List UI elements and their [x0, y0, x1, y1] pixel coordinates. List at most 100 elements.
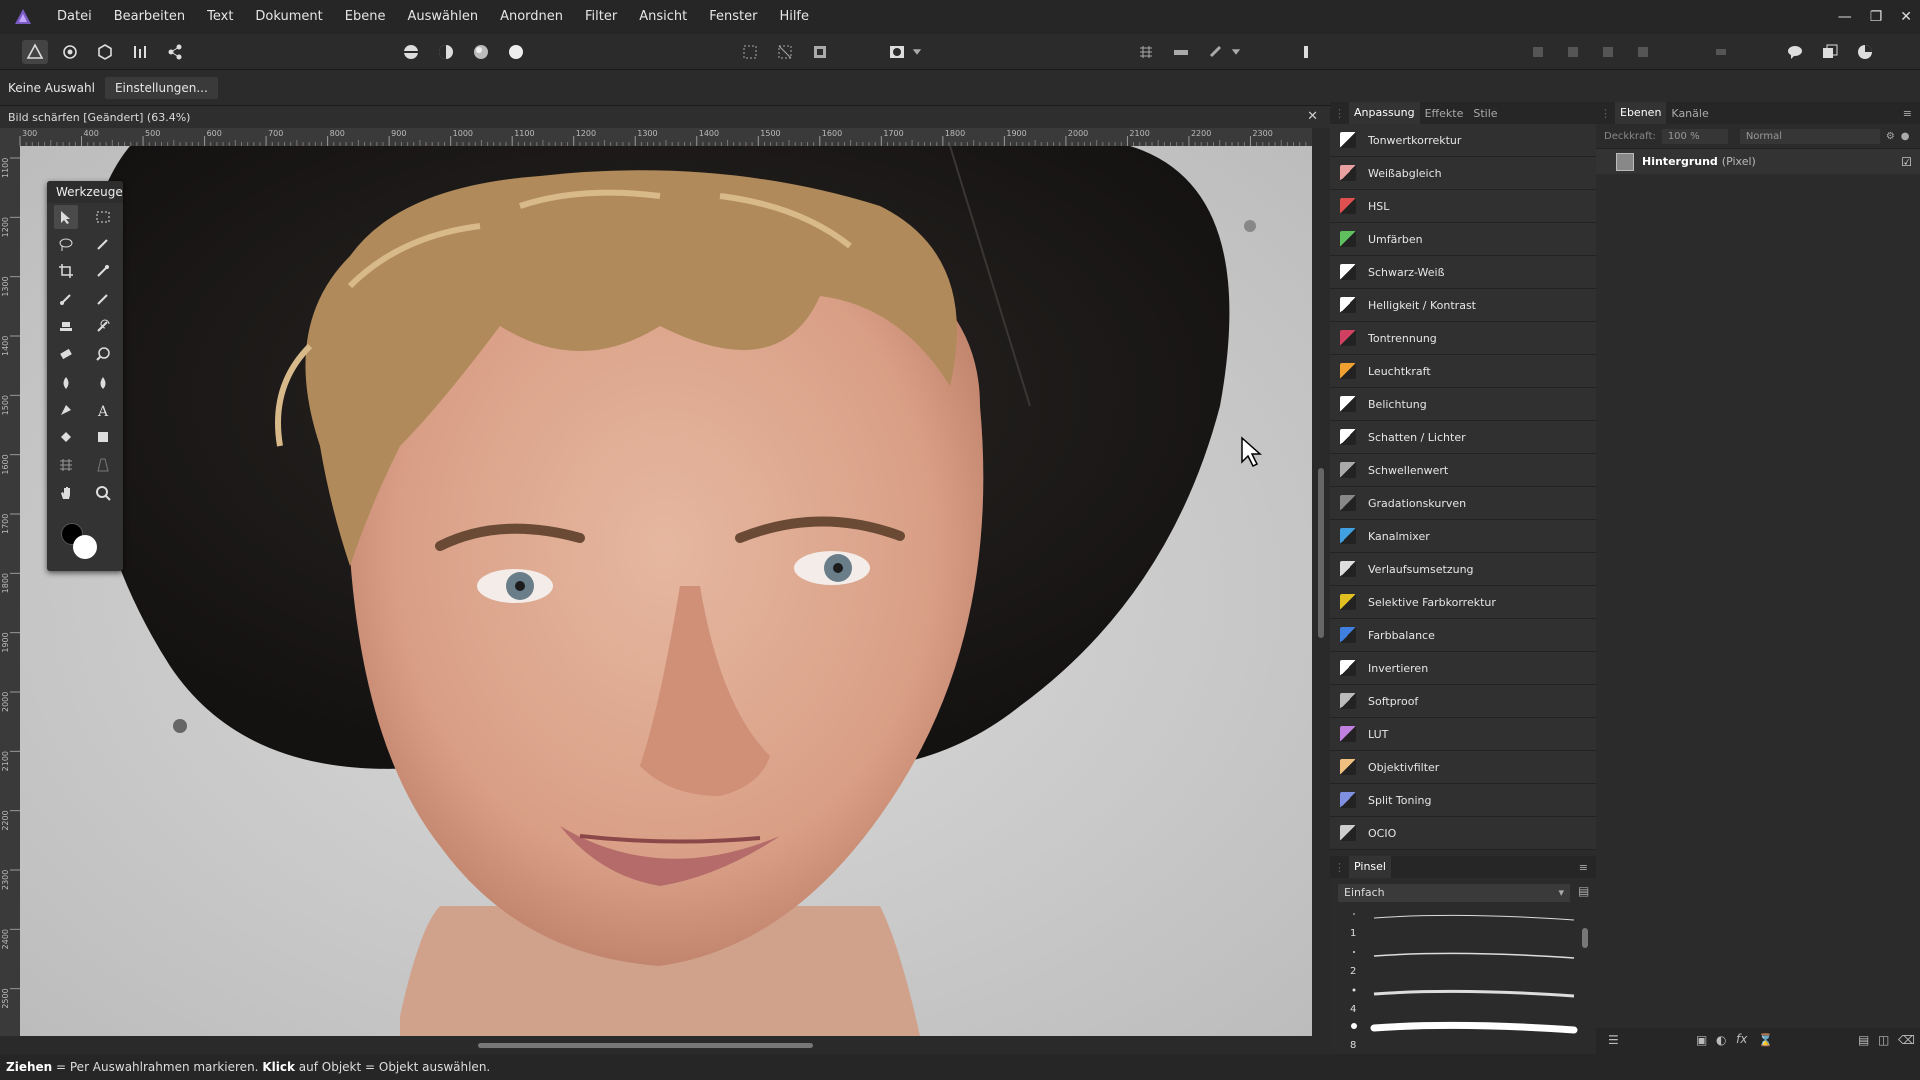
dodge-tool-icon[interactable] — [91, 342, 115, 366]
deselect-icon[interactable] — [772, 40, 798, 64]
grid-snap-icon[interactable] — [1133, 40, 1159, 64]
blend-mode-select[interactable]: Normal — [1739, 128, 1880, 144]
adjustment-item[interactable]: Kanalmixer — [1330, 520, 1596, 553]
close-icon[interactable]: ✕ — [1307, 109, 1318, 124]
mesh-warp-tool-icon[interactable] — [54, 453, 78, 477]
fx-icon[interactable]: fx — [1736, 1032, 1747, 1046]
adjustment-item[interactable]: Leuchtkraft — [1330, 355, 1596, 388]
adjustment-item[interactable]: Tontrennung — [1330, 322, 1596, 355]
scrollbar-thumb[interactable] — [478, 1043, 813, 1048]
layers-stack-icon[interactable] — [1817, 40, 1843, 64]
color-swatches[interactable] — [59, 521, 99, 561]
text-tool-icon[interactable]: A — [91, 398, 115, 422]
affinity-photo-logo-icon[interactable] — [0, 0, 46, 34]
flood-fill-tool-icon[interactable] — [54, 425, 78, 449]
rectangular-marquee-tool-icon[interactable] — [91, 205, 115, 229]
snapping-magnet-icon[interactable] — [1203, 40, 1229, 64]
develop-persona-icon[interactable] — [92, 40, 118, 64]
image-canvas[interactable] — [20, 146, 1312, 1036]
settings-button[interactable]: Einstellungen... — [104, 76, 218, 99]
adjustment-item[interactable]: Schwellenwert — [1330, 454, 1596, 487]
crop-tool-icon[interactable] — [54, 259, 78, 283]
auto-white-balance-icon[interactable] — [503, 40, 529, 64]
adjustment-icon[interactable]: ◐ — [1716, 1033, 1726, 1047]
chevron-down-icon[interactable] — [1229, 40, 1243, 64]
arrange-front-icon[interactable] — [1630, 40, 1656, 64]
chat-icon[interactable] — [1782, 40, 1808, 64]
adjustment-item[interactable]: Schwarz-Weiß — [1330, 256, 1596, 289]
perspective-tool-icon[interactable] — [91, 453, 115, 477]
color-picker-tool-icon[interactable] — [91, 259, 115, 283]
layer-stack-icon[interactable]: ☰ — [1608, 1033, 1619, 1047]
adjustment-item[interactable]: Schatten / Lichter — [1330, 421, 1596, 454]
live-filter-icon[interactable]: ⌛ — [1758, 1033, 1773, 1047]
menu-item-filter[interactable]: Filter — [574, 0, 628, 34]
mask-icon[interactable]: ▣ — [1696, 1033, 1707, 1047]
brush-preset[interactable]: 8 — [1338, 1016, 1588, 1054]
arrange-backward-icon[interactable] — [1560, 40, 1586, 64]
panel-menu-icon[interactable]: ≡ — [1579, 861, 1596, 874]
hand-tool-icon[interactable] — [54, 481, 78, 505]
adjustment-item[interactable]: Split Toning — [1330, 784, 1596, 817]
scrollbar-thumb[interactable] — [1318, 468, 1324, 638]
folder-icon[interactable]: ▤ — [1858, 1033, 1869, 1047]
menu-item-datei[interactable]: Datei — [46, 0, 103, 34]
close-icon[interactable]: ✕ — [1900, 9, 1912, 25]
menu-item-hilfe[interactable]: Hilfe — [768, 0, 820, 34]
menu-item-anordnen[interactable]: Anordnen — [489, 0, 574, 34]
brush-preset[interactable]: 2 — [1338, 946, 1588, 984]
healing-brush-tool-icon[interactable] — [54, 371, 78, 395]
secondary-color-swatch[interactable] — [73, 535, 97, 559]
adjustment-item[interactable]: Belichtung — [1330, 388, 1596, 421]
panel-menu-icon[interactable]: ≡ — [1903, 107, 1920, 120]
menu-item-bearbeiten[interactable]: Bearbeiten — [103, 0, 196, 34]
zoom-tool-icon[interactable] — [91, 481, 115, 505]
add-layer-icon[interactable]: ◫ — [1878, 1033, 1889, 1047]
menu-item-ebene[interactable]: Ebene — [334, 0, 397, 34]
tab-channels[interactable]: Kanäle — [1666, 107, 1713, 120]
scrollbar-thumb[interactable] — [1582, 928, 1588, 948]
brush-category-select[interactable]: Einfach ▾ — [1338, 884, 1570, 902]
quick-mask-icon[interactable] — [884, 40, 910, 64]
auto-contrast-icon[interactable] — [433, 40, 459, 64]
photo-persona-icon[interactable] — [22, 40, 48, 64]
selection-brush-tool-icon[interactable] — [91, 232, 115, 256]
document-tab[interactable]: Bild schärfen [Geändert] (63.4%) ✕ — [0, 106, 1330, 128]
lock-icon[interactable]: ● — [1901, 131, 1910, 142]
menu-item-fenster[interactable]: Fenster — [698, 0, 768, 34]
adjustment-item[interactable]: Umfärben — [1330, 223, 1596, 256]
clone-tool-icon[interactable] — [54, 314, 78, 338]
marquee-selection-icon[interactable] — [737, 40, 763, 64]
adjustment-item[interactable]: Verlaufsumsetzung — [1330, 553, 1596, 586]
blur-tool-icon[interactable] — [91, 371, 115, 395]
tab-brushes[interactable]: Pinsel — [1349, 856, 1391, 878]
adjustment-item[interactable]: Farbbalance — [1330, 619, 1596, 652]
pen-tool-icon[interactable] — [54, 398, 78, 422]
tools-panel-title[interactable]: Werkzeuge — [47, 181, 123, 203]
auto-levels-icon[interactable] — [398, 40, 424, 64]
tab-adjustment[interactable]: Anpassung — [1349, 102, 1420, 124]
arrange-forward-icon[interactable] — [1595, 40, 1621, 64]
gear-icon[interactable]: ⚙ — [1886, 131, 1895, 142]
auto-colors-icon[interactable] — [468, 40, 494, 64]
assistant-icon[interactable] — [1293, 40, 1319, 64]
transform-icon[interactable] — [1708, 40, 1734, 64]
opacity-field[interactable]: 100 % — [1661, 128, 1728, 144]
paint-brush-tool-icon[interactable] — [54, 287, 78, 311]
menu-item-ansicht[interactable]: Ansicht — [628, 0, 698, 34]
layer-row[interactable]: Hintergrund (Pixel) ☑ — [1596, 148, 1920, 174]
restore-icon[interactable]: ❐ — [1870, 9, 1883, 25]
brush-preset[interactable]: 1 — [1338, 908, 1588, 946]
eraser-tool-icon[interactable] — [54, 342, 78, 366]
undo-brush-tool-icon[interactable] — [91, 314, 115, 338]
menu-item-dokument[interactable]: Dokument — [244, 0, 333, 34]
adjustment-item[interactable]: Invertieren — [1330, 652, 1596, 685]
tone-mapping-persona-icon[interactable] — [127, 40, 153, 64]
tab-effects[interactable]: Effekte — [1420, 107, 1469, 120]
liquify-persona-icon[interactable] — [57, 40, 83, 64]
adjustment-item[interactable]: Softproof — [1330, 685, 1596, 718]
menu-item-text[interactable]: Text — [196, 0, 244, 34]
export-persona-icon[interactable] — [162, 40, 188, 64]
adjustment-item[interactable]: OCIO — [1330, 817, 1596, 850]
adjustment-item[interactable]: Tonwertkorrektur — [1330, 124, 1596, 157]
